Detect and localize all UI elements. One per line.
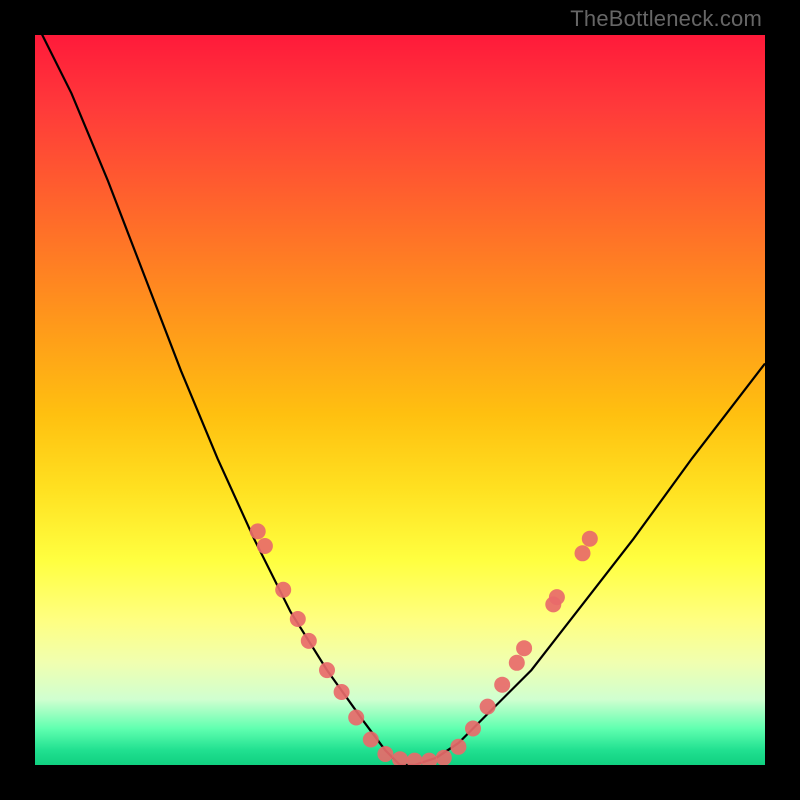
marker-group: [250, 523, 598, 765]
chart-container: TheBottleneck.com: [0, 0, 800, 800]
data-point: [575, 545, 591, 561]
plot-area: [35, 35, 765, 765]
data-point: [319, 662, 335, 678]
attribution-text: TheBottleneck.com: [570, 6, 762, 32]
data-point: [421, 753, 437, 765]
data-point: [549, 589, 565, 605]
data-point: [494, 677, 510, 693]
bottleneck-curve: [35, 35, 765, 765]
data-point: [275, 582, 291, 598]
data-point: [392, 751, 408, 765]
data-point: [516, 640, 532, 656]
data-point: [465, 721, 481, 737]
data-point: [334, 684, 350, 700]
data-point: [407, 753, 423, 765]
data-point: [301, 633, 317, 649]
data-point: [250, 523, 266, 539]
data-point: [363, 732, 379, 748]
data-point: [509, 655, 525, 671]
data-point: [290, 611, 306, 627]
data-point: [480, 699, 496, 715]
data-point: [377, 746, 393, 762]
data-point: [450, 739, 466, 755]
data-point: [582, 531, 598, 547]
data-point: [257, 538, 273, 554]
data-point: [348, 710, 364, 726]
data-point: [436, 750, 452, 765]
chart-svg: [35, 35, 765, 765]
